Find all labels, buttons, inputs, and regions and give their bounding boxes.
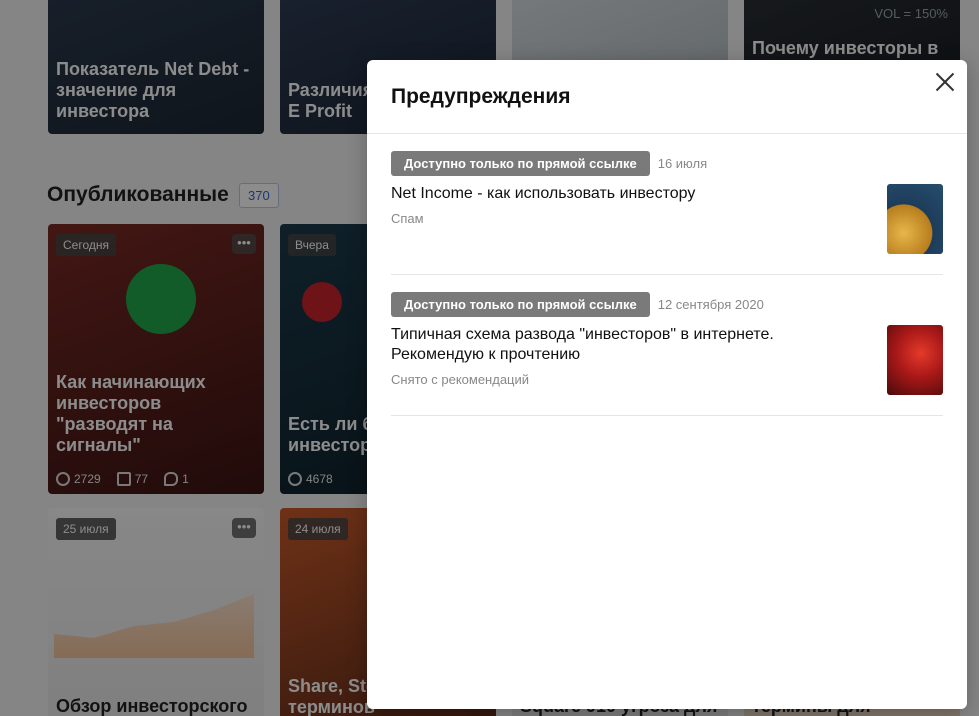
warning-meta: Доступно только по прямой ссылке 12 сент…	[391, 292, 764, 317]
visibility-badge: Доступно только по прямой ссылке	[391, 151, 650, 176]
warning-meta: Доступно только по прямой ссылке 16 июля	[391, 151, 707, 176]
warning-article-title[interactable]: Типичная схема развода "инвесторов" в ин…	[391, 325, 841, 365]
warning-date: 16 июля	[657, 156, 708, 171]
warning-article-title[interactable]: Net Income - как использовать инвестору	[391, 184, 841, 204]
modal-header: Предупреждения	[367, 60, 967, 134]
modal-title: Предупреждения	[391, 85, 571, 108]
visibility-badge: Доступно только по прямой ссылке	[391, 292, 650, 317]
close-icon[interactable]	[935, 72, 955, 92]
warning-reason: Спам	[391, 211, 424, 226]
warnings-list: Доступно только по прямой ссылке 16 июля…	[391, 134, 943, 416]
warning-item[interactable]: Доступно только по прямой ссылке 12 сент…	[391, 275, 943, 416]
warnings-modal: Предупреждения Доступно только по прямой…	[367, 60, 967, 709]
warning-item[interactable]: Доступно только по прямой ссылке 16 июля…	[391, 134, 943, 275]
warning-date: 12 сентября 2020	[657, 297, 764, 312]
warning-reason: Снято с рекомендаций	[391, 372, 530, 387]
article-thumbnail[interactable]	[887, 184, 943, 254]
article-thumbnail[interactable]	[887, 325, 943, 395]
